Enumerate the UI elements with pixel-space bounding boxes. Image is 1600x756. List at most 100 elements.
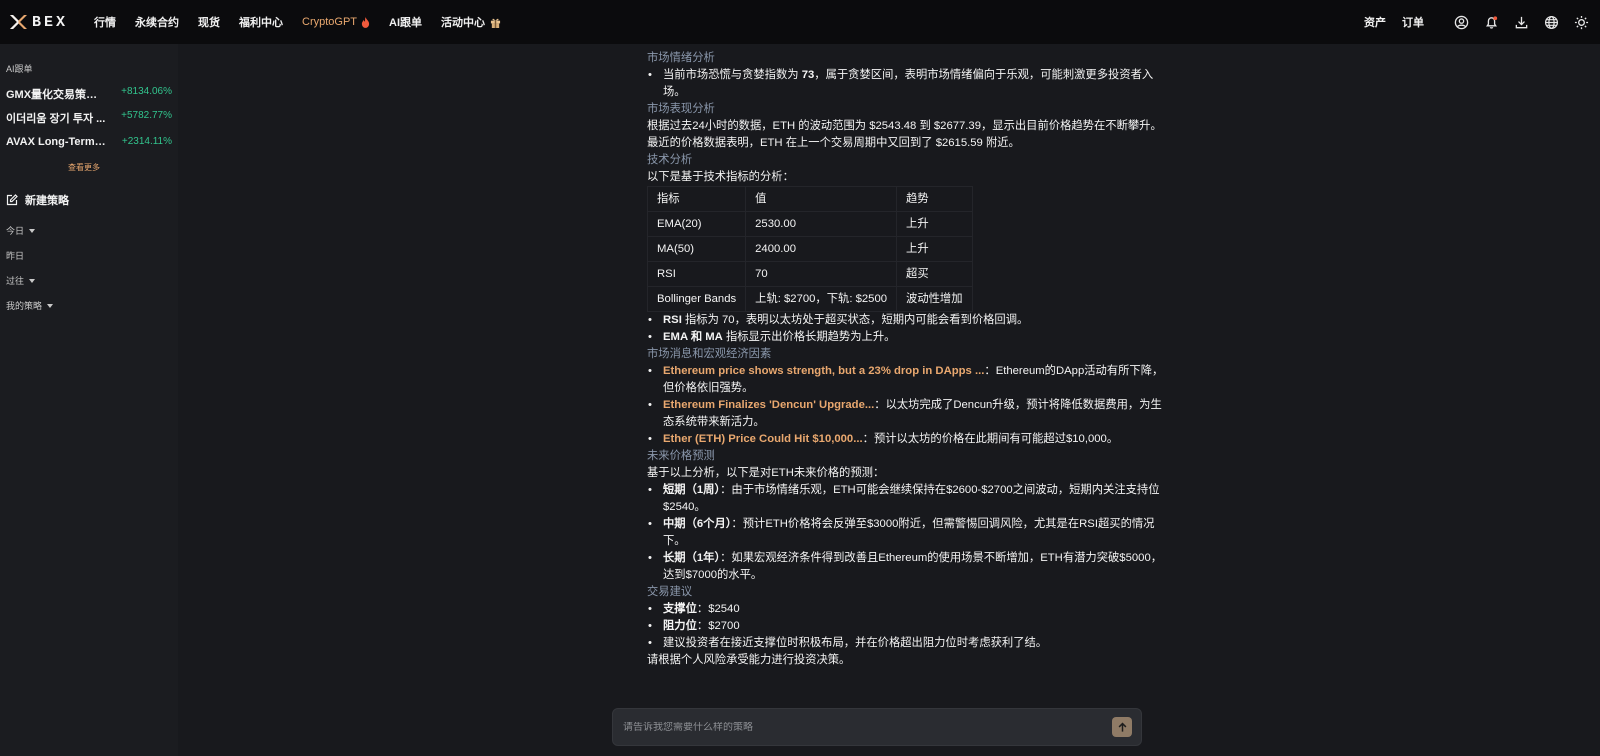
main-area: 市场情绪分析 • 当前市场恐慌与贪婪指数为 73，属于贪婪区间，表明市场情绪偏向…	[178, 44, 1600, 756]
strategy-item[interactable]: AVAX Long-Term In... +2314.11%	[6, 136, 172, 148]
theme-sun-icon[interactable]	[1566, 0, 1596, 44]
table-header: 趋势	[896, 186, 973, 212]
bullet-bold: 支撑位	[663, 603, 697, 615]
new-strategy-button[interactable]: 新建策略	[6, 192, 69, 208]
news-link[interactable]: Ether (ETH) Price Could Hit $10,000...	[663, 433, 863, 445]
table-cell: EMA(20)	[646, 211, 747, 237]
fear-greed-value: 73	[801, 69, 815, 81]
list-item: • Ethereum price shows strength, but a 2…	[648, 365, 1164, 394]
closing-note: 请根据个人风险承受能力进行投资决策。	[647, 654, 851, 666]
nav-market[interactable]: 行情	[94, 14, 116, 30]
bullet-bold: RSI	[663, 314, 682, 326]
bullet-bold: 阻力位	[663, 620, 697, 632]
table-cell: 70	[745, 261, 898, 287]
news-summary: ：预计以太坊的价格在此期间有可能超过$10,000。	[862, 433, 1119, 445]
sidebar: AI跟单 GMX量化交易策略 1.3 +8134.06% 이더리움 장기 투자 …	[0, 44, 178, 756]
strategy-item[interactable]: 이더리움 장기 투자 ... +5782.77%	[6, 110, 172, 126]
nav-orders[interactable]: 订单	[1402, 14, 1424, 30]
arrow-up-icon	[1118, 722, 1126, 732]
technical-intro: 以下是基于技术指标的分析：	[647, 171, 794, 183]
nav-assets[interactable]: 资产	[1364, 14, 1386, 30]
group-label: 昨日	[6, 251, 25, 261]
bullet-bold: 短期（1周）	[663, 484, 721, 496]
bell-icon[interactable]	[1476, 0, 1506, 44]
list-item: • Ethereum Finalizes 'Dencun' Upgrade...…	[648, 399, 1162, 428]
table-cell: 上升	[896, 211, 973, 237]
group-label: 我的策略	[6, 301, 43, 311]
sidebar-section-title: AI跟单	[6, 64, 33, 74]
nav-perpetual[interactable]: 永续合约	[135, 14, 179, 30]
section-heading-technical: 技术分析	[647, 154, 693, 166]
strategy-item[interactable]: GMX量化交易策略 1.3 +8134.06%	[6, 86, 172, 102]
list-item: • 长期（1年）：如果宏观经济条件得到改善且Ethereum的使用场景不断增加，…	[648, 552, 1163, 581]
nav-cryptogpt-label: CryptoGPT	[302, 16, 358, 28]
brand-logo[interactable]: BEX	[8, 12, 94, 32]
group-yesterday[interactable]: 昨日	[6, 249, 24, 262]
nav-rewards[interactable]: 福利中心	[239, 14, 283, 30]
table-cell: MA(50)	[646, 236, 747, 262]
nav-events[interactable]: 活动中心	[441, 14, 501, 30]
list-item: • EMA 和 MA 指标显示出价格长期趋势为上升。	[648, 331, 896, 343]
new-strategy-label: 新建策略	[25, 195, 69, 207]
table-cell: RSI	[646, 261, 747, 287]
table-row: RSI 70 超买	[646, 261, 973, 287]
bullet-text: 建议投资者在接近支撑位时积极布局，并在价格超出阻力位时考虑获利了结。	[663, 637, 1048, 649]
strategy-return: +5782.77%	[121, 110, 172, 121]
section-heading-advice: 交易建议	[647, 586, 693, 598]
news-link[interactable]: Ethereum price shows strength, but a 23%…	[663, 365, 984, 377]
table-cell: 上升	[896, 236, 973, 262]
table-row: Bollinger Bands 上轨: $2700，下轨: $2500 波动性增…	[646, 286, 973, 312]
performance-text: 根据过去24小时的数据，ETH 的波动范围为 $2543.48 到 $2677.…	[647, 120, 1162, 149]
section-heading-news: 市场消息和宏观经济因素	[647, 348, 772, 360]
logo-text: BEX	[32, 13, 69, 31]
table-cell: 2530.00	[745, 211, 898, 237]
news-link[interactable]: Ethereum Finalizes 'Dencun' Upgrade...	[663, 399, 874, 411]
nav-right: 资产 订单	[1364, 0, 1600, 44]
table-cell: 超买	[896, 261, 973, 287]
group-my-strategies[interactable]: 我的策略	[6, 299, 54, 312]
globe-icon[interactable]	[1536, 0, 1566, 44]
table-header: 值	[745, 186, 898, 212]
bullet-text: ：由于市场情绪乐观，ETH可能会继续保持在$2600-$2700之间波动，短期内…	[663, 484, 1160, 513]
bullet-text: 指标显示出价格长期趋势为上升。	[722, 331, 896, 343]
list-item: • 阻力位：$2700	[648, 620, 740, 632]
top-nav: BEX 行情 永续合约 现货 福利中心 CryptoGPT AI跟单 活动中心 …	[0, 0, 1600, 44]
chat-input-box	[612, 708, 1142, 746]
group-past[interactable]: 过往	[6, 274, 36, 287]
caret-down-icon	[29, 228, 36, 233]
bullet-text: ：预计ETH价格将会反弹至$3000附近，但需警惕回调风险，尤其是在RSI超买的…	[663, 518, 1155, 547]
caret-down-icon	[29, 278, 36, 283]
strategy-name: GMX量化交易策略 1.3	[6, 89, 108, 101]
nav-cryptogpt[interactable]: CryptoGPT	[302, 16, 370, 28]
strategy-prompt-input[interactable]	[613, 721, 1112, 733]
caret-down-icon	[47, 303, 54, 308]
see-more-link[interactable]: 查看更多	[0, 162, 168, 173]
table-cell: 2400.00	[745, 236, 898, 262]
sentiment-text: 当前市场恐慌与贪婪指数为	[663, 69, 802, 81]
bullet-bold: EMA 和 MA	[663, 331, 723, 343]
list-item: • RSI 指标为 70，表明以太坊处于超买状态，短期内可能会看到价格回调。	[648, 314, 1029, 326]
table-cell: Bollinger Bands	[646, 286, 747, 312]
nav-spot[interactable]: 现货	[198, 14, 220, 30]
download-icon[interactable]	[1506, 0, 1536, 44]
table-row: EMA(20) 2530.00 上升	[646, 211, 973, 237]
list-item: • 中期（6个月）：预计ETH价格将会反弹至$3000附近，但需警惕回调风险，尤…	[648, 518, 1155, 547]
list-item: • 建议投资者在接近支撑位时积极布局，并在价格超出阻力位时考虑获利了结。	[648, 637, 1048, 649]
table-cell: 上轨: $2700，下轨: $2500	[745, 286, 898, 312]
user-icon[interactable]	[1446, 0, 1476, 44]
nav-ai-copy[interactable]: AI跟单	[389, 14, 422, 30]
list-item: • 支撑位：$2540	[648, 603, 740, 615]
bullet-text: ：如果宏观经济条件得到改善且Ethereum的使用场景不断增加，ETH有潜力突破…	[663, 552, 1163, 581]
strategy-return: +8134.06%	[121, 86, 172, 97]
list-item: • 短期（1周）：由于市场情绪乐观，ETH可能会继续保持在$2600-$2700…	[648, 484, 1160, 513]
gift-icon	[490, 18, 501, 28]
send-button[interactable]	[1112, 717, 1132, 737]
strategy-name: 이더리움 장기 투자 ...	[6, 113, 106, 125]
section-heading-forecast: 未来价格预测	[647, 450, 715, 462]
bullet-text: ：$2540	[696, 603, 740, 615]
section-heading-sentiment: 市场情绪分析	[647, 52, 715, 64]
nav-events-label: 活动中心	[441, 17, 486, 29]
bullet-text: 指标为 70，表明以太坊处于超买状态，短期内可能会看到价格回调。	[681, 314, 1029, 326]
group-today[interactable]: 今日	[6, 224, 36, 237]
forecast-intro: 基于以上分析，以下是对ETH未来价格的预测：	[647, 467, 885, 479]
